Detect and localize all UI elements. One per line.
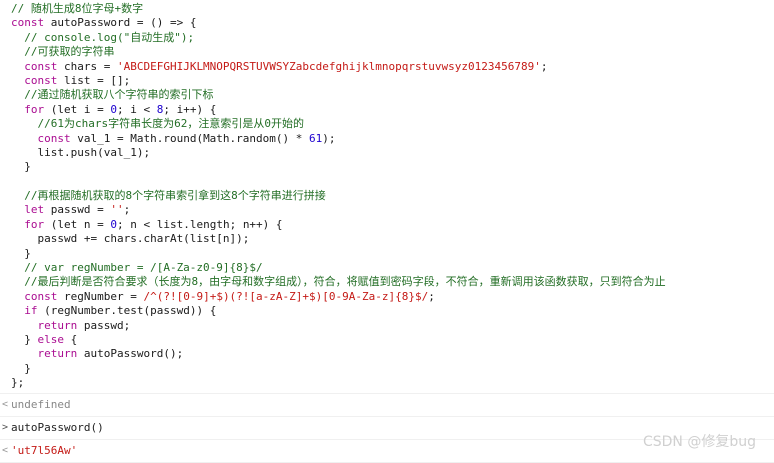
code-line: //最后判断是否符合要求（长度为8，由字母和数字组成），符合，将赋值到密码字段，…	[11, 275, 774, 289]
code-token: ; n < list.length; n++) {	[116, 217, 283, 231]
code-line: //通过随机获取八个字符串的索引下标	[11, 88, 774, 102]
code-token: ;	[428, 289, 435, 303]
code-token: }	[11, 361, 31, 375]
code-line: }	[11, 362, 774, 376]
code-token: // console.log("自动生成");	[11, 30, 195, 44]
code-line: passwd += chars.charAt(list[n]);	[11, 232, 774, 246]
code-block: // 随机生成8位字母+数字 const autoPassword = () =>…	[0, 0, 774, 393]
code-token: list.push(val_1);	[11, 145, 151, 159]
code-token: for	[11, 102, 51, 116]
code-line: // var regNumber = /[A-Za-z0-9]{8}$/	[11, 261, 774, 275]
code-token: 0	[110, 102, 117, 116]
code-token: }	[11, 246, 31, 260]
code-line: //61为chars字符串长度为62，注意索引是从0开始的	[11, 117, 774, 131]
code-line: // console.log("自动生成");	[11, 31, 774, 45]
code-token: const	[11, 16, 51, 30]
code-token: ''	[110, 203, 124, 217]
code-token: for	[11, 217, 51, 231]
code-line: };	[11, 376, 774, 390]
code-token: (regNumber.test(passwd)) {	[44, 304, 217, 318]
code-token: const	[11, 131, 78, 145]
code-line: const autoPassword = () => {	[11, 16, 774, 30]
code-token: (let n =	[50, 217, 111, 231]
devtools-console: // 随机生成8位字母+数字 const autoPassword = () =>…	[0, 0, 774, 463]
code-token: regNumber =	[63, 289, 144, 303]
code-token: 'ABCDEFGHIJKLMNOPQRSTUVWSYZabcdefghijklm…	[116, 59, 541, 73]
code-token: const	[11, 59, 64, 73]
code-token: 0	[110, 217, 117, 231]
code-token: (let i =	[50, 102, 111, 116]
code-token: val_1 = Math.round(Math.random() *	[77, 131, 310, 145]
code-token: ;	[123, 203, 131, 217]
code-token: }	[11, 160, 31, 174]
code-line: // 随机生成8位字母+数字	[11, 2, 774, 16]
console-input-code[interactable]: // 随机生成8位字母+数字 const autoPassword = () =>…	[0, 0, 774, 394]
code-line: return autoPassword();	[11, 347, 774, 361]
code-line: const chars = 'ABCDEFGHIJKLMNOPQRSTUVWSY…	[11, 60, 774, 74]
code-token: // 随机生成8位字母+数字	[11, 2, 144, 15]
input-chevron-icon: >	[1, 421, 9, 433]
code-token: const	[11, 73, 64, 87]
code-line: const list = [];	[11, 74, 774, 88]
code-token: else	[37, 332, 71, 346]
code-line: if (regNumber.test(passwd)) {	[11, 304, 774, 318]
code-line: }	[11, 160, 774, 174]
code-line: const regNumber = /^(?![0-9]+$)(?![a-zA-…	[11, 290, 774, 304]
code-token: const	[11, 289, 64, 303]
code-line: //可获取的字符串	[11, 45, 774, 59]
code-line: }	[11, 247, 774, 261]
watermark: CSDN @修复bug	[642, 434, 756, 450]
code-token: autoPassword();	[83, 347, 184, 361]
code-token: 61	[309, 131, 323, 145]
code-token: ; i++) {	[163, 102, 217, 116]
code-token: passwd =	[50, 203, 111, 217]
result-value[interactable]: 'ut7l56Aw'	[0, 444, 77, 457]
code-token: ;	[540, 59, 548, 73]
result-value: undefined	[11, 397, 71, 411]
code-token: chars =	[63, 59, 117, 73]
code-token: /^(?![0-9]+$)(?![a-zA-Z]+$)[0-9A-Za-z]{8…	[143, 289, 429, 303]
code-token: if	[11, 304, 45, 318]
code-token: };	[11, 376, 25, 390]
code-token: return	[11, 347, 84, 361]
code-token: passwd;	[83, 318, 131, 332]
code-token: //再根据随机获取的8个字符串索引拿到这8个字符串进行拼接	[11, 189, 326, 203]
result-chevron-icon: <	[1, 444, 9, 456]
code-line: let passwd = '';	[11, 203, 774, 217]
code-line: const val_1 = Math.round(Math.random() *…	[11, 132, 774, 146]
code-line: //再根据随机获取的8个字符串索引拿到这8个字符串进行拼接	[11, 189, 774, 203]
input-command[interactable]: autoPassword()	[0, 421, 104, 434]
code-token: {	[70, 332, 78, 346]
result-chevron-icon: <	[1, 398, 9, 410]
console-result-undefined: < undefined	[0, 394, 774, 417]
code-token: ; i <	[116, 102, 157, 116]
code-token: // var regNumber = /[A-Za-z0-9]{8}$/	[11, 261, 263, 275]
code-token: //通过随机获取八个字符串的索引下标	[11, 88, 214, 102]
code-token: );	[322, 131, 336, 145]
code-token: //61为chars字符串长度为62，注意索引是从0开始的	[11, 117, 304, 131]
code-token: let	[11, 203, 51, 217]
code-token: }	[11, 332, 38, 346]
code-token: return	[11, 318, 84, 332]
code-line: } else {	[11, 333, 774, 347]
code-token: list = [];	[63, 73, 131, 87]
code-token: //最后判断是否符合要求（长度为8，由字母和数字组成），符合，将赋值到密码字段，…	[11, 275, 666, 289]
code-line: return passwd;	[11, 319, 774, 333]
code-line: for (let n = 0; n < list.length; n++) {	[11, 218, 774, 232]
code-token: autoPassword = () => {	[50, 16, 197, 30]
code-token: passwd += chars.charAt(list[n]);	[11, 232, 250, 246]
code-token: //可获取的字符串	[11, 45, 115, 59]
code-line: for (let i = 0; i < 8; i++) {	[11, 103, 774, 117]
code-line: list.push(val_1);	[11, 146, 774, 160]
